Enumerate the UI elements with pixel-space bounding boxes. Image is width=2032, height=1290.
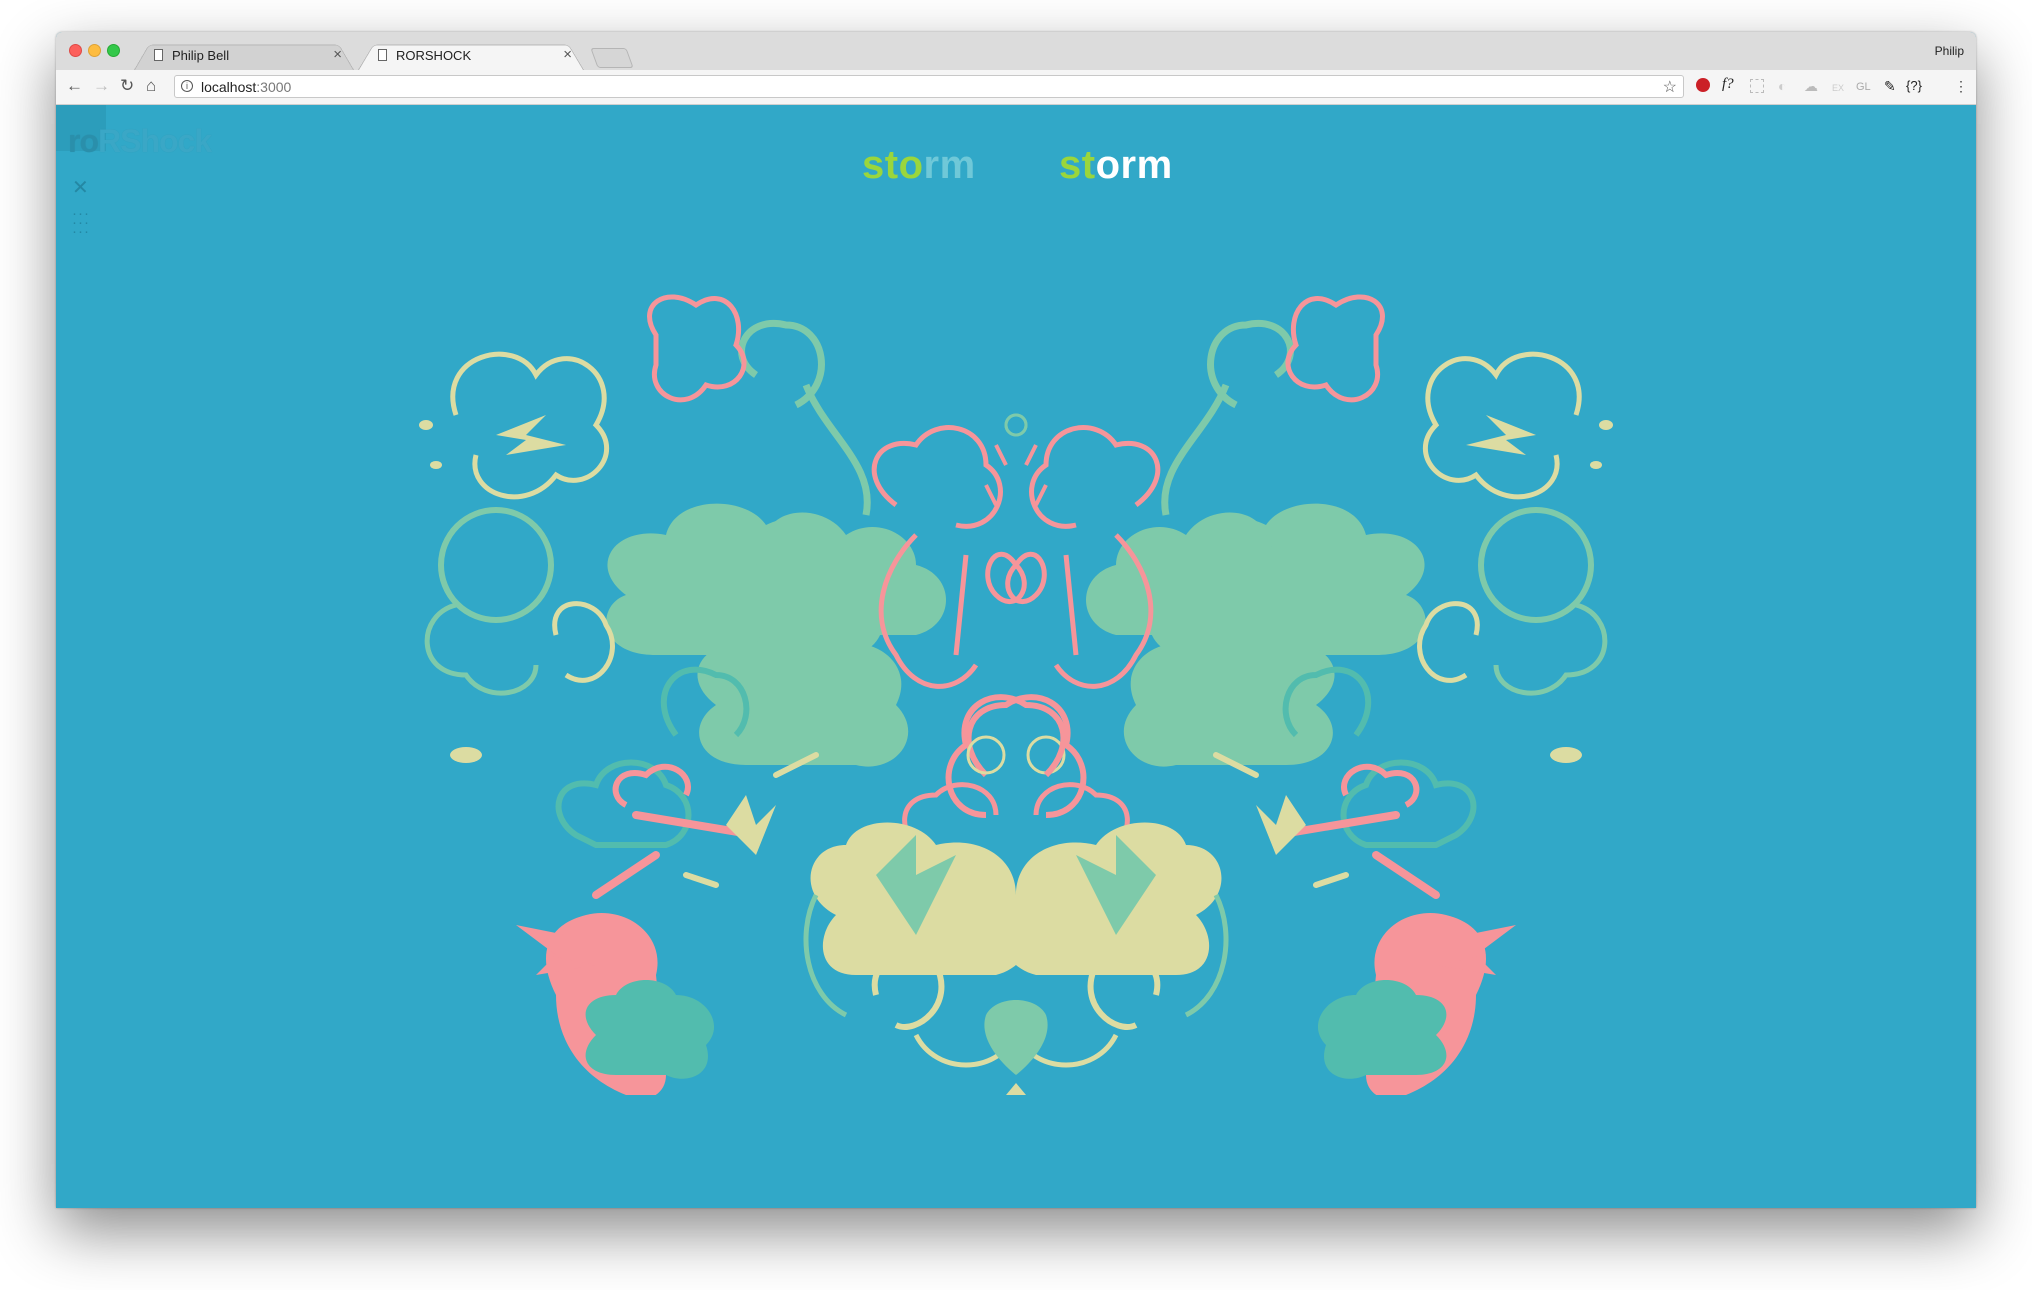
reload-icon[interactable]: ↻ (120, 77, 134, 95)
maximize-window-button[interactable] (107, 44, 120, 57)
fontface-icon[interactable]: f? (1722, 77, 1734, 92)
letter: o (1095, 143, 1121, 187)
info-icon[interactable]: i (181, 80, 193, 92)
artwork-right-half (949, 297, 1613, 1095)
pinterest-icon[interactable] (1696, 78, 1710, 92)
rorschach-artwork[interactable] (396, 235, 1636, 1095)
center-drop (1006, 1083, 1026, 1095)
page-icon (154, 49, 163, 61)
letter: m (939, 143, 976, 187)
close-icon[interactable]: × (563, 46, 572, 63)
back-arrow-icon[interactable]: ← (66, 77, 83, 95)
cloud-icon[interactable]: ☁ (1804, 79, 1818, 93)
page-icon (378, 49, 387, 61)
json-icon[interactable]: {?} (1906, 79, 1922, 93)
gl-icon[interactable]: GL (1856, 80, 1871, 94)
center-heart (984, 1000, 1048, 1075)
letter: s (862, 143, 885, 187)
page-content: roRShock ✕ ··· ··· ··· storm storm (56, 105, 1976, 1208)
profile-name[interactable]: Philip (1935, 44, 1964, 58)
artwork-left-half (419, 297, 1083, 1095)
new-tab-button[interactable] (590, 48, 634, 68)
letter: r (1120, 143, 1137, 187)
brush-icon[interactable]: ✕ (72, 175, 89, 200)
letter: r (923, 143, 940, 187)
forward-arrow-icon[interactable]: → (93, 77, 110, 95)
letter: t (1081, 143, 1096, 187)
grid-icon[interactable] (1750, 79, 1764, 93)
tab-philip-bell[interactable]: Philip Bell × (134, 40, 354, 70)
grid-menu-icon[interactable]: ··· ··· ··· (72, 206, 90, 239)
word-right[interactable]: storm (1059, 143, 1173, 188)
browser-window: Philip Bell × RORSHOCK × Philip ← → ↻ ⌂ … (56, 32, 1976, 1208)
tab-title: RORSHOCK (396, 48, 472, 63)
ex-icon[interactable]: EX (1832, 81, 1844, 95)
tab-rorshock[interactable]: RORSHOCK × (358, 40, 584, 70)
browser-toolbar: ← → ↻ ⌂ i localhost:3000 ☆ f? ◐ ☁ EX GL … (56, 70, 1976, 105)
app-logo[interactable]: roRShock (68, 123, 212, 160)
url-text: localhost:3000 (201, 79, 292, 95)
home-icon[interactable]: ⌂ (146, 77, 156, 95)
eyedropper-icon[interactable]: ✎ (1884, 79, 1896, 93)
close-window-button[interactable] (69, 44, 82, 57)
word-left[interactable]: storm (862, 143, 976, 188)
letter: o (898, 143, 924, 187)
address-bar[interactable]: i localhost:3000 ☆ (174, 75, 1684, 98)
minimize-window-button[interactable] (88, 44, 101, 57)
title-bar: Philip Bell × RORSHOCK × Philip (56, 32, 1976, 71)
bookmark-star-icon[interactable]: ☆ (1663, 77, 1677, 97)
close-icon[interactable]: × (333, 46, 342, 63)
letter: t (884, 143, 899, 187)
letter: s (1059, 143, 1082, 187)
menu-icon[interactable]: ⋮ (1954, 79, 1968, 93)
letter: m (1136, 143, 1173, 187)
puzzle-icon[interactable]: ◐ (1778, 79, 1786, 93)
tab-title: Philip Bell (172, 48, 230, 63)
